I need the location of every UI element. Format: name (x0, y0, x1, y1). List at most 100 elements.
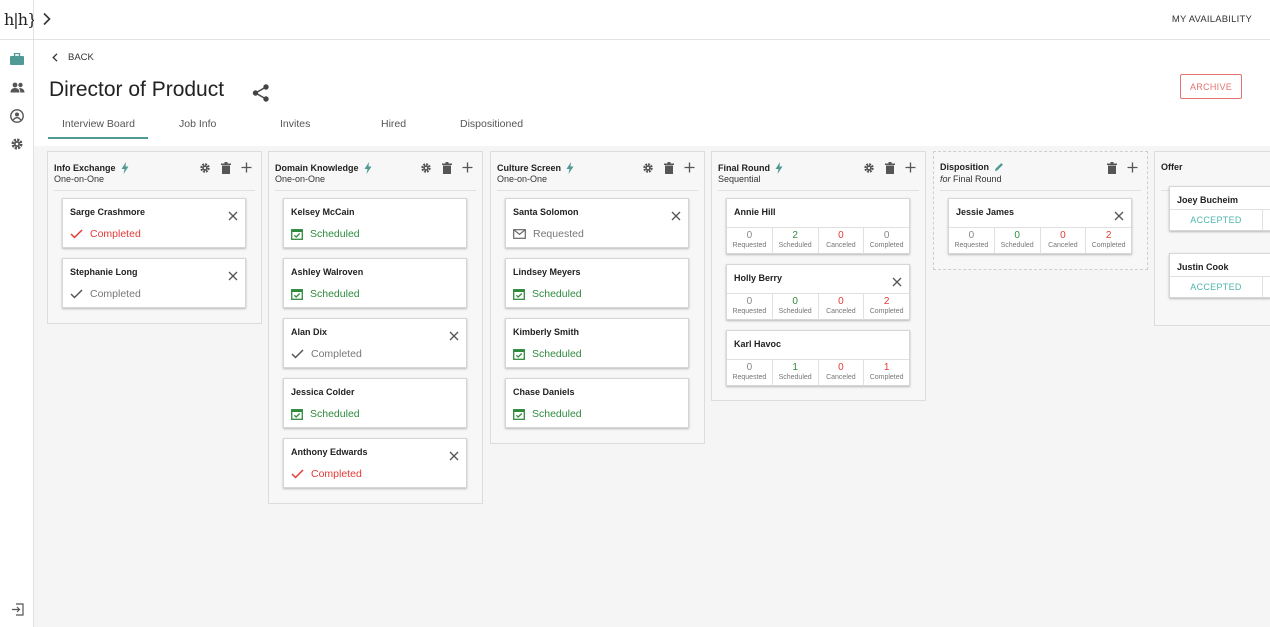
close-icon[interactable] (1114, 208, 1124, 221)
tab-invites[interactable]: Invites (280, 118, 310, 130)
candidate-name: Alan Dix (291, 327, 328, 337)
candidate-card[interactable]: Joey Bucheim ACCEPTED (1169, 186, 1270, 231)
tab-dispositioned[interactable]: Dispositioned (460, 118, 523, 130)
status-text: Scheduled (310, 288, 360, 300)
close-icon[interactable] (449, 328, 459, 341)
account-icon[interactable] (9, 108, 25, 124)
add-icon[interactable] (1126, 161, 1139, 174)
candidate-status: Completed (70, 288, 141, 300)
stat-label: Canceled (826, 308, 856, 315)
add-icon[interactable] (461, 161, 474, 174)
tab-interview-board[interactable]: Interview Board (62, 118, 135, 130)
stat-requested: 0 Requested (727, 360, 773, 386)
candidate-card[interactable]: Kelsey McCain Scheduled (283, 198, 467, 248)
status-text: Scheduled (532, 348, 582, 360)
stage-subtitle: for Final Round (940, 174, 1002, 184)
status-text: Completed (90, 228, 141, 240)
stage-subtitle: One-on-One (497, 174, 548, 184)
status-text: Completed (90, 288, 141, 300)
archive-button[interactable]: ARCHIVE (1180, 74, 1242, 99)
share-icon[interactable] (251, 83, 271, 108)
candidate-card[interactable]: Kimberly Smith Scheduled (505, 318, 689, 368)
stat-canceled: 0 Canceled (819, 360, 865, 386)
logout-icon[interactable] (9, 601, 25, 617)
candidate-card[interactable]: Santa Solomon Requested (505, 198, 689, 248)
gear-icon[interactable] (198, 161, 211, 174)
stage-title: Culture Screen (497, 162, 574, 174)
stage-title-text: Disposition (940, 162, 989, 172)
candidate-status: Scheduled (291, 288, 360, 300)
candidate-card[interactable]: Annie Hill 0 Requested 2 Scheduled 0 Cancel… (726, 198, 910, 254)
trash-icon[interactable] (440, 161, 453, 174)
stage-subtitle: Sequential (718, 174, 761, 184)
gear-icon[interactable] (419, 161, 432, 174)
stat-canceled: 0 Canceled (819, 228, 865, 254)
candidate-card[interactable]: Anthony Edwards Completed (283, 438, 467, 488)
trash-icon[interactable] (883, 161, 896, 174)
close-icon[interactable] (228, 268, 238, 281)
candidate-status: Requested (513, 228, 584, 240)
status-text: Completed (311, 468, 362, 480)
gear-icon[interactable] (9, 136, 25, 152)
stat-scheduled: 1 Scheduled (773, 360, 819, 386)
stat-value: 0 (746, 362, 753, 373)
stage-title-text: Final Round (718, 163, 770, 173)
left-sidebar: h|h} (0, 0, 37, 627)
candidate-name: Sarge Crashmore (70, 207, 146, 217)
stat-value: 0 (883, 230, 890, 241)
candidate-card[interactable]: Ashley Walroven Scheduled (283, 258, 467, 308)
back-button[interactable]: BACK (52, 52, 94, 63)
pencil-icon[interactable] (994, 162, 1004, 172)
candidate-card[interactable]: Karl Havoc 0 Requested 1 Scheduled 0 Cancel… (726, 330, 910, 386)
card-divider (1262, 276, 1263, 297)
candidate-card[interactable]: Jessica Colder Scheduled (283, 378, 467, 428)
stat-label: Completed (869, 374, 904, 381)
stat-value: 0 (746, 296, 753, 307)
candidate-name: Stephanie Long (70, 267, 138, 277)
stage-subtitle: One-on-One (275, 174, 326, 184)
interview-stats: 0 Requested 0 Scheduled 0 Canceled 2 Complet… (727, 293, 909, 320)
tab-job-info[interactable]: Job Info (179, 118, 216, 130)
candidate-card[interactable]: Justin Cook ACCEPTED (1169, 253, 1270, 298)
candidate-card[interactable]: Jessie James 0 Requested 0 Scheduled 0 Canc… (948, 198, 1132, 254)
candidate-card[interactable]: Alan Dix Completed (283, 318, 467, 368)
stage-title: Domain Knowledge (275, 162, 372, 174)
stage-title: Disposition (940, 162, 1004, 172)
gear-icon[interactable] (641, 161, 654, 174)
candidate-card[interactable]: Stephanie Long Completed (62, 258, 246, 308)
add-icon[interactable] (904, 161, 917, 174)
stat-value: 0 (1060, 230, 1066, 241)
close-icon[interactable] (892, 274, 902, 287)
close-icon[interactable] (449, 448, 459, 461)
lightning-icon (364, 162, 372, 174)
my-availability-link[interactable]: MY AVAILABILITY (1172, 14, 1252, 25)
stat-label: Scheduled (778, 374, 812, 381)
close-icon[interactable] (671, 208, 681, 221)
candidate-card[interactable]: Lindsey Meyers Scheduled (505, 258, 689, 308)
stat-requested: 0 Requested (949, 228, 995, 254)
candidate-name: Jessie James (956, 207, 1015, 217)
stat-label: Canceled (826, 242, 856, 249)
candidate-card[interactable]: Sarge Crashmore Completed (62, 198, 246, 248)
app-logo[interactable]: h|h} (4, 10, 37, 29)
stat-scheduled: 0 Scheduled (773, 294, 819, 320)
candidate-card[interactable]: Chase Daniels Scheduled (505, 378, 689, 428)
trash-icon[interactable] (219, 161, 232, 174)
tab-hired[interactable]: Hired (381, 118, 406, 130)
trash-icon[interactable] (1105, 161, 1118, 174)
stage-column-offer: Offer Joey Bucheim ACCEPTED Justin Cook … (1154, 151, 1270, 326)
add-icon[interactable] (240, 161, 253, 174)
calendar-check-icon (291, 229, 303, 240)
close-icon[interactable] (228, 208, 238, 221)
briefcase-icon[interactable] (9, 51, 25, 67)
interview-stats: 0 Requested 1 Scheduled 0 Canceled 1 Complet… (727, 359, 909, 386)
stat-canceled: 0 Canceled (1041, 228, 1087, 254)
calendar-check-icon (513, 289, 525, 300)
candidate-card[interactable]: Holly Berry 0 Requested 0 Scheduled 0 Cance… (726, 264, 910, 320)
chevron-right-icon[interactable] (42, 12, 56, 28)
add-icon[interactable] (683, 161, 696, 174)
people-icon[interactable] (9, 79, 25, 95)
status-text: Scheduled (532, 408, 582, 420)
trash-icon[interactable] (662, 161, 675, 174)
gear-icon[interactable] (862, 161, 875, 174)
